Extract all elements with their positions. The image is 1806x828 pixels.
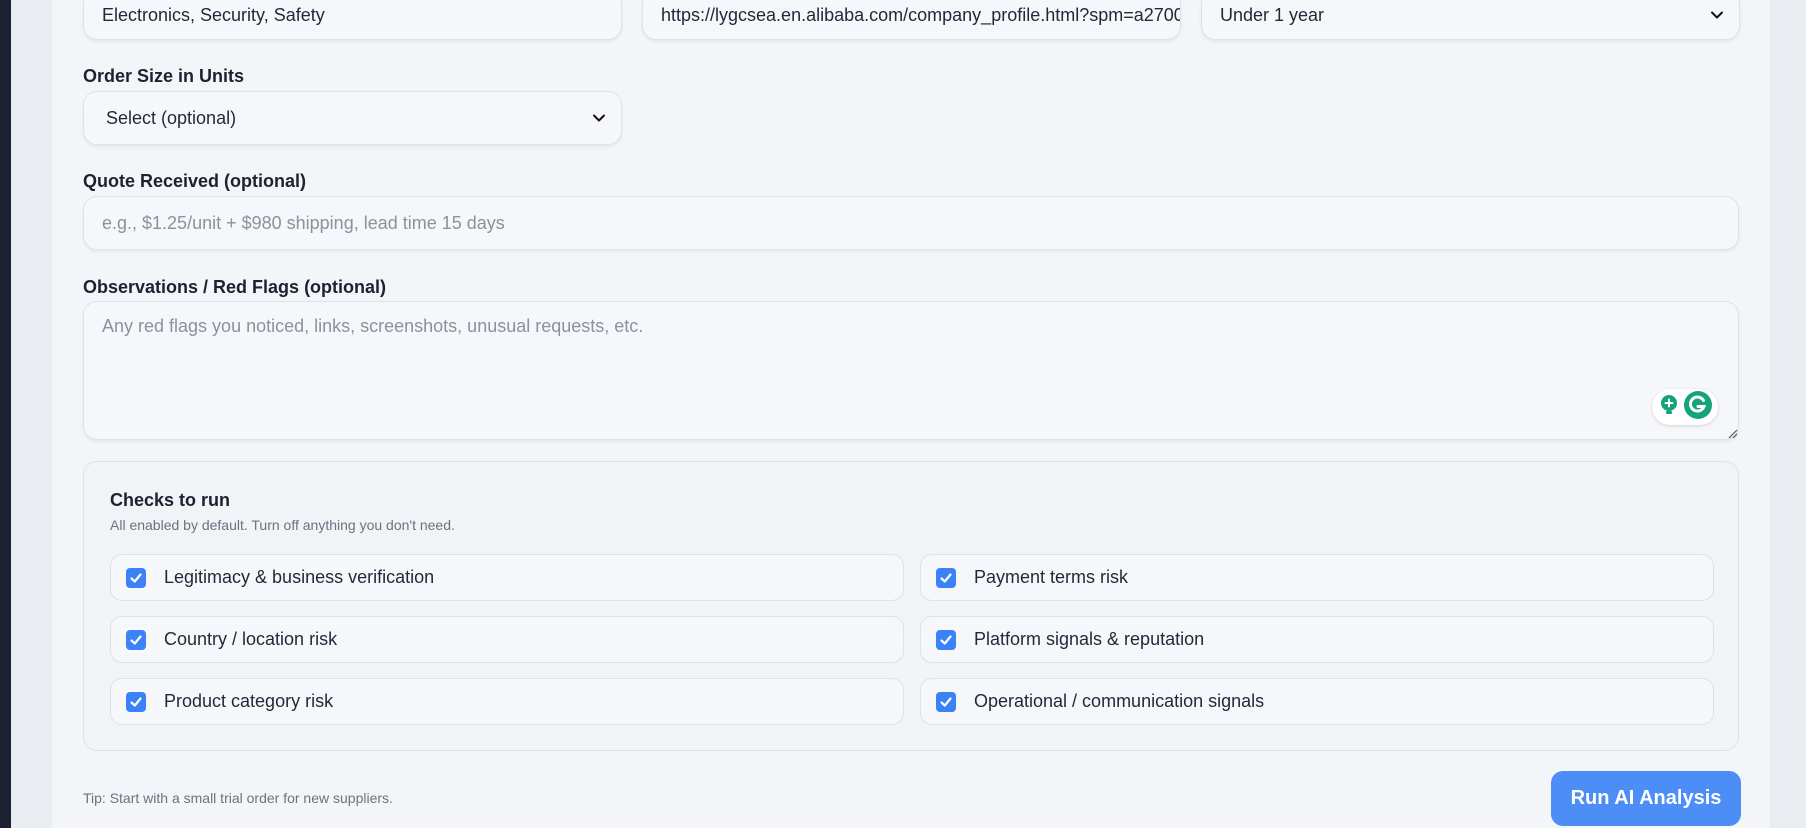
checkbox-checked-icon[interactable] [936, 691, 956, 712]
resize-handle-icon[interactable] [1726, 426, 1738, 439]
industry-input[interactable]: Electronics, Security, Safety [83, 0, 622, 40]
chevron-down-icon [591, 110, 607, 126]
check-product-category[interactable]: Product category risk [110, 678, 904, 725]
checks-title: Checks to run [110, 490, 231, 510]
quote-placeholder: e.g., $1.25/unit + $980 shipping, lead t… [102, 212, 505, 233]
order-size-label: Order Size in Units [83, 66, 245, 86]
quote-label: Quote Received (optional) [83, 171, 307, 191]
check-label: Operational / communication signals [974, 691, 1265, 711]
check-label: Payment terms risk [974, 567, 1129, 587]
check-country-risk[interactable]: Country / location risk [110, 616, 904, 663]
years-select[interactable]: Under 1 year [1201, 0, 1740, 40]
quote-input[interactable]: e.g., $1.25/unit + $980 shipping, lead t… [83, 196, 1739, 250]
check-label: Legitimacy & business verification [164, 567, 435, 587]
order-size-value: Select (optional) [106, 107, 237, 128]
lightbulb-icon[interactable] [1657, 393, 1681, 422]
check-label: Platform signals & reputation [974, 629, 1205, 649]
supplier-url-input[interactable]: https://lygcsea.en.alibaba.com/company_p… [642, 0, 1181, 40]
grammarly-icon[interactable] [1683, 390, 1713, 425]
years-value: Under 1 year [1220, 4, 1325, 25]
tip-text: Tip: Start with a small trial order for … [83, 790, 393, 806]
industry-value: Electronics, Security, Safety [102, 4, 325, 25]
supplier-url-value: https://lygcsea.en.alibaba.com/company_p… [661, 4, 1181, 25]
chevron-down-icon [1709, 7, 1725, 23]
checkbox-checked-icon[interactable] [126, 629, 146, 650]
run-ai-analysis-button[interactable]: Run AI Analysis [1551, 771, 1741, 826]
checkbox-checked-icon[interactable] [126, 567, 146, 588]
check-legitimacy[interactable]: Legitimacy & business verification [110, 554, 904, 601]
checks-subtitle: All enabled by default. Turn off anythin… [110, 517, 455, 533]
check-payment-terms[interactable]: Payment terms risk [920, 554, 1714, 601]
checks-panel: Checks to run All enabled by default. Tu… [83, 461, 1739, 751]
checkbox-checked-icon[interactable] [126, 691, 146, 712]
observations-textarea[interactable]: Any red flags you noticed, links, screen… [83, 301, 1739, 440]
observations-placeholder: Any red flags you noticed, links, screen… [102, 316, 644, 336]
check-operational-signals[interactable]: Operational / communication signals [920, 678, 1714, 725]
checkbox-checked-icon[interactable] [936, 567, 956, 588]
order-size-select[interactable]: Select (optional) [83, 91, 622, 145]
check-label: Product category risk [164, 691, 334, 711]
grammarly-widget[interactable] [1652, 389, 1718, 425]
check-platform-signals[interactable]: Platform signals & reputation [920, 616, 1714, 663]
background-strip [0, 0, 11, 828]
check-label: Country / location risk [164, 629, 338, 649]
checkbox-checked-icon[interactable] [936, 629, 956, 650]
observations-label: Observations / Red Flags (optional) [83, 277, 387, 297]
